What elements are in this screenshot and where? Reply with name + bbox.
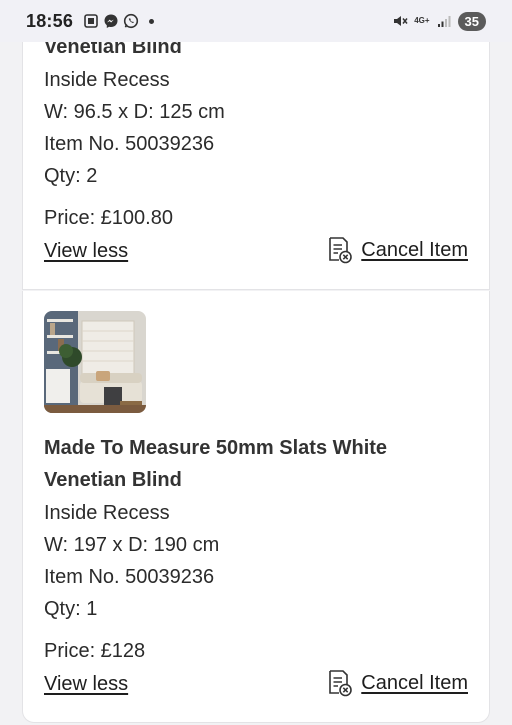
network-type: 4G+ bbox=[414, 16, 430, 25]
messenger-icon bbox=[104, 14, 118, 28]
item-size: W: 197 x D: 190 cm bbox=[44, 534, 220, 556]
item-fitting: Inside Recess bbox=[44, 502, 170, 524]
screenshot-icon bbox=[84, 14, 98, 28]
battery-indicator: 35 bbox=[457, 11, 486, 31]
status-time: 18:56 bbox=[26, 10, 74, 31]
signal-icon bbox=[437, 16, 451, 27]
item-size: W: 96.5 x D: 125 cm bbox=[44, 101, 225, 123]
product-thumbnail bbox=[44, 311, 146, 413]
system-icons: 4G+ 35 bbox=[392, 11, 486, 31]
item-title-line1: Made To Measure 50mm Slats White bbox=[44, 437, 388, 459]
view-less-link[interactable]: View less bbox=[44, 673, 128, 696]
cancel-item-button[interactable]: Cancel Item bbox=[327, 236, 468, 264]
cancel-document-icon bbox=[329, 237, 353, 264]
status-bar: 18:56 4G+ 35 bbox=[0, 0, 512, 42]
cancel-item-label: Cancel Item bbox=[361, 238, 468, 261]
order-item-card: Made To Measure 50mm Slats White Venetia… bbox=[22, 291, 490, 723]
view-less-link[interactable]: View less bbox=[44, 240, 128, 263]
item-number: Item No. 50039236 bbox=[44, 133, 215, 155]
mute-icon bbox=[394, 16, 408, 26]
dot-icon bbox=[149, 18, 155, 24]
item-quantity: Qty: 2 bbox=[44, 165, 98, 187]
cancel-item-label: Cancel Item bbox=[361, 671, 468, 694]
notification-icons bbox=[83, 13, 155, 29]
cancel-item-button[interactable]: Cancel Item bbox=[327, 669, 468, 697]
item-price: Price: £100.80 bbox=[44, 207, 173, 229]
order-item-card: Venetian Blind Inside Recess W: 96.5 x D… bbox=[22, 0, 490, 290]
item-price: Price: £128 bbox=[44, 640, 146, 662]
item-quantity: Qty: 1 bbox=[44, 598, 98, 620]
whatsapp-icon bbox=[123, 13, 139, 29]
item-title-line2: Venetian Blind bbox=[44, 469, 182, 491]
cancel-document-icon bbox=[329, 670, 353, 697]
item-fitting: Inside Recess bbox=[44, 69, 170, 91]
item-number: Item No. 50039236 bbox=[44, 566, 215, 588]
